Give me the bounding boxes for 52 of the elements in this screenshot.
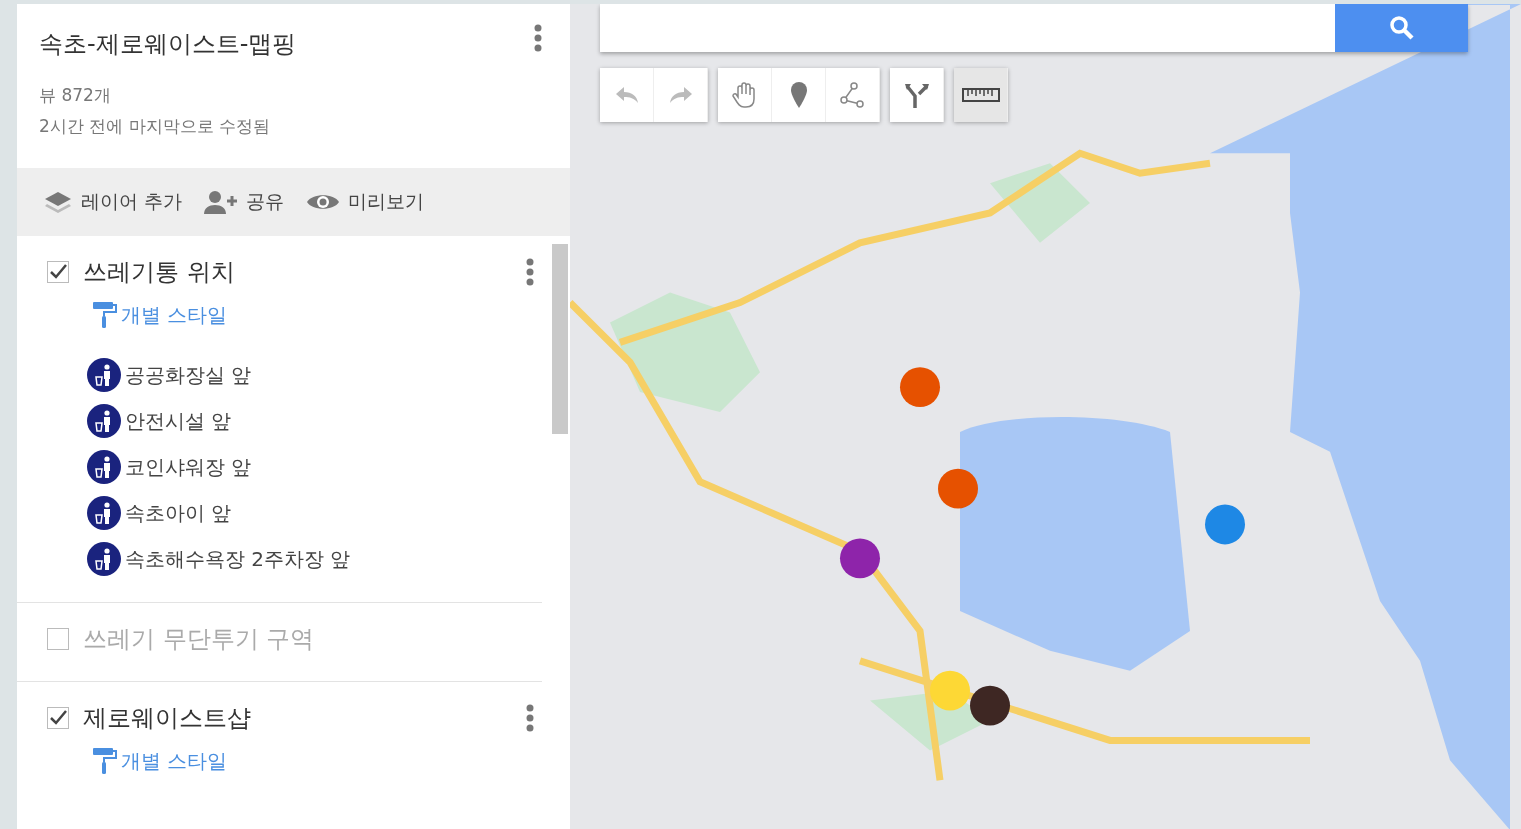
place-item[interactable]: 코인샤워장 앞 — [125, 453, 252, 481]
trash-bin-person-icon — [87, 358, 121, 392]
hand-tool-button[interactable] — [718, 68, 772, 122]
trash-bin-person-icon — [87, 404, 121, 438]
search-field[interactable] — [600, 4, 1335, 52]
layer-name: 쓰레기통 위치 — [83, 257, 236, 288]
map-marker[interactable] — [938, 468, 978, 509]
ruler-icon — [961, 87, 1000, 103]
last-modified: 2시간 전에 마지막으로 수정됨 — [39, 115, 272, 138]
place-item[interactable]: 속초아이 앞 — [125, 499, 232, 527]
paint-roller-icon — [91, 746, 117, 776]
map-marker[interactable] — [1205, 504, 1245, 545]
search-icon — [1388, 15, 1415, 41]
trash-bin-person-icon — [87, 542, 121, 576]
polyline-icon — [839, 82, 866, 108]
marker-tool-button[interactable] — [772, 68, 826, 122]
layers-icon — [43, 190, 73, 214]
paint-roller-icon — [91, 300, 117, 330]
preview-button[interactable]: 미리보기 — [306, 189, 425, 215]
layer-name: 쓰레기 무단투기 구역 — [83, 624, 316, 655]
pin-icon — [790, 82, 807, 108]
place-item[interactable]: 안전시설 앞 — [125, 407, 232, 435]
checkbox[interactable] — [47, 707, 69, 729]
hand-icon — [731, 81, 758, 109]
layer-name: 제로웨이스트샵 — [83, 703, 252, 734]
place-item[interactable]: 공공화장실 앞 — [125, 361, 252, 389]
ruler-tool-button[interactable] — [954, 68, 1008, 122]
add-person-icon — [204, 190, 239, 214]
map-marker[interactable] — [840, 538, 880, 579]
checkbox[interactable] — [47, 628, 69, 650]
more-options-icon[interactable] — [526, 258, 534, 286]
trash-bin-person-icon — [87, 450, 121, 484]
redo-icon — [667, 85, 694, 105]
undo-tool-button[interactable] — [600, 68, 654, 122]
map-marker[interactable] — [900, 367, 940, 408]
search-button[interactable] — [1335, 4, 1468, 52]
line-tool-button[interactable] — [826, 68, 880, 122]
share-button[interactable]: 공유 — [204, 189, 285, 215]
map-title: 속초-제로웨이스트-맵핑 — [39, 29, 297, 60]
redo-tool-button[interactable] — [654, 68, 708, 122]
map-marker[interactable] — [930, 670, 970, 711]
scrollbar-thumb[interactable] — [552, 244, 568, 434]
trash-bin-person-icon — [87, 496, 121, 530]
route-tool-button[interactable] — [890, 68, 944, 122]
more-options-icon[interactable] — [526, 704, 534, 732]
view-count: 뷰 872개 — [39, 84, 112, 107]
place-item[interactable]: 속초해수욕장 2주차장 앞 — [125, 545, 351, 573]
checkbox[interactable] — [47, 261, 69, 283]
map-marker[interactable] — [970, 685, 1010, 726]
fork-arrow-icon — [904, 82, 929, 108]
layers-button[interactable]: 레이어 추가 — [43, 189, 183, 215]
more-options-icon[interactable] — [534, 24, 542, 52]
